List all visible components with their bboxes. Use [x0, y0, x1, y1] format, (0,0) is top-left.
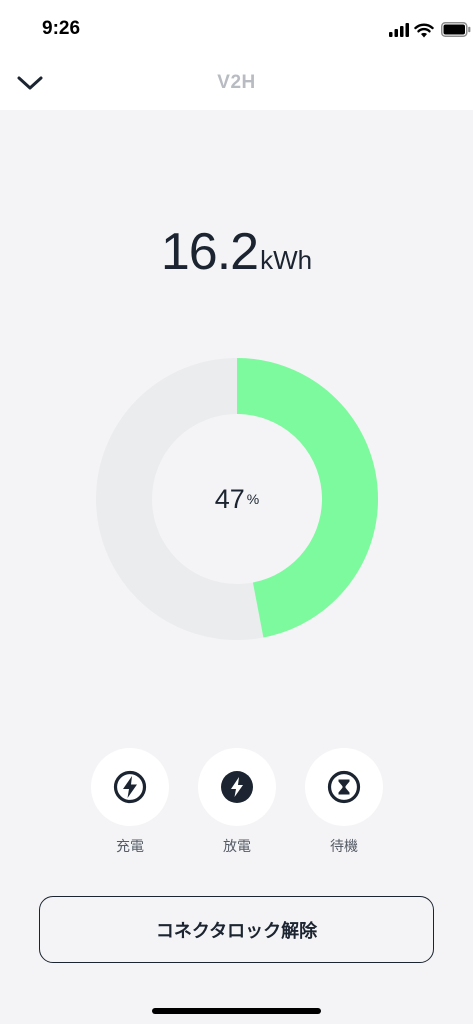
status-time: 9:26 — [42, 18, 81, 39]
page-title: V2H — [217, 72, 256, 93]
hourglass-icon — [327, 770, 361, 804]
mode-standby-label: 待機 — [330, 839, 358, 855]
header: 9:26 V2H — [0, 0, 473, 110]
signal-icon — [389, 23, 409, 37]
mode-discharge-button[interactable] — [198, 748, 276, 826]
energy-value: 16.2 — [160, 223, 259, 281]
home-indicator — [152, 1008, 321, 1014]
energy-display: 16.2kWh — [0, 222, 473, 282]
percent-unit: % — [246, 491, 260, 507]
battery-donut-chart: 47% — [95, 357, 379, 641]
battery-icon — [441, 22, 471, 37]
percent-value: 47 — [214, 483, 245, 514]
bolt-outline-icon — [113, 770, 147, 804]
mode-standby-button[interactable] — [305, 748, 383, 826]
energy-unit: kWh — [260, 245, 313, 275]
donut-center: 47% — [95, 357, 379, 641]
mode-charge-label: 充電 — [116, 839, 144, 855]
bolt-filled-icon — [221, 771, 253, 803]
mode-discharge-label: 放電 — [223, 839, 251, 855]
connector-unlock-button[interactable]: コネクタロック解除 — [39, 896, 434, 963]
mode-standby[interactable]: 待機 — [305, 748, 383, 856]
mode-discharge[interactable]: 放電 — [198, 748, 276, 856]
mode-charge-button[interactable] — [91, 748, 169, 826]
wifi-icon — [414, 23, 434, 38]
mode-charge[interactable]: 充電 — [91, 748, 169, 856]
